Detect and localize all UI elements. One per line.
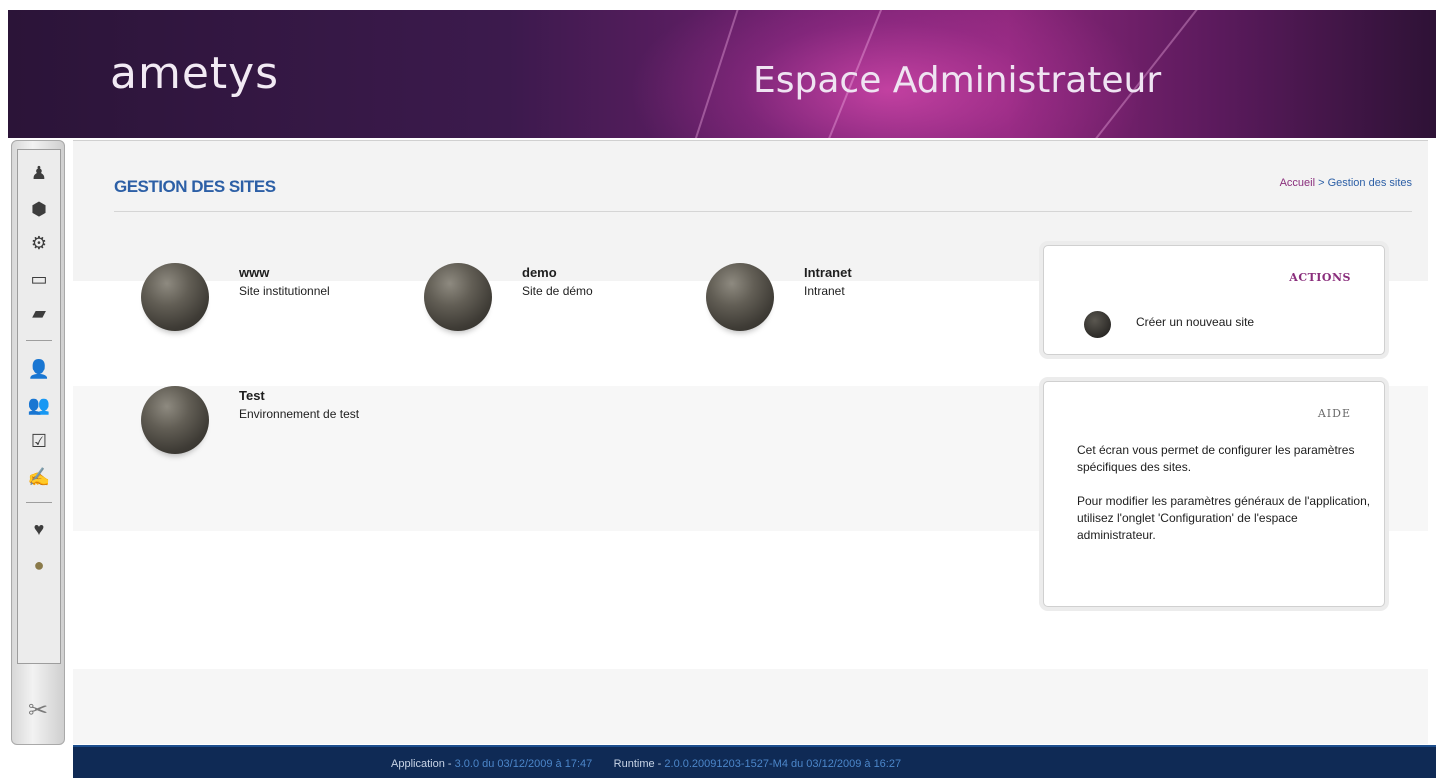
site-description: Site institutionnel bbox=[239, 284, 330, 298]
site-item-intranet[interactable]: Intranet Intranet bbox=[706, 263, 966, 343]
breadcrumb-separator: > bbox=[1318, 177, 1325, 189]
site-item-www[interactable]: www Site institutionnel bbox=[141, 263, 401, 343]
site-name[interactable]: demo bbox=[522, 265, 557, 280]
site-sphere-icon[interactable] bbox=[141, 263, 209, 331]
breadcrumb-current: Gestion des sites bbox=[1327, 177, 1412, 189]
site-sphere-icon[interactable] bbox=[141, 386, 209, 454]
app-frame: ametys Espace Administrateur ♟ ⬢ ⚙ ▭ ▰ 👤… bbox=[8, 10, 1436, 778]
site-item-test[interactable]: Test Environnement de test bbox=[141, 386, 401, 466]
site-description: Intranet bbox=[804, 284, 845, 298]
bell-icon[interactable]: ♟ bbox=[28, 162, 50, 184]
sidebar-toolbar: ♟ ⬢ ⚙ ▭ ▰ 👤 👥 ☑ ✍ ♥ ● ✂ bbox=[11, 140, 65, 745]
create-site-icon[interactable] bbox=[1084, 311, 1111, 338]
site-description: Environnement de test bbox=[239, 407, 360, 421]
ametys-logo[interactable]: ametys bbox=[110, 48, 279, 99]
runtime-label: Runtime - bbox=[613, 758, 662, 770]
space-title: Espace Administrateur bbox=[753, 60, 1162, 101]
footer-bar: Application - 3.0.0 du 03/12/2009 à 17:4… bbox=[73, 745, 1436, 778]
help-panel: AIDE Cet écran vous permet de configurer… bbox=[1043, 381, 1385, 607]
sidebar-separator bbox=[26, 502, 52, 503]
site-name[interactable]: www bbox=[239, 265, 269, 280]
page-title: GESTION DES SITES bbox=[114, 177, 276, 196]
breadcrumb: Accueil > Gestion des sites bbox=[1280, 177, 1412, 189]
breadcrumb-home-link[interactable]: Accueil bbox=[1280, 177, 1315, 189]
runtime-version: 2.0.0.20091203-1527-M4 du 03/12/2009 à 1… bbox=[664, 758, 902, 770]
site-description: Site de démo bbox=[522, 284, 593, 298]
user-edit-icon[interactable]: ✍ bbox=[28, 466, 50, 488]
sidebar-icon-strip: ♟ ⬢ ⚙ ▭ ▰ 👤 👥 ☑ ✍ ♥ ● bbox=[17, 149, 61, 664]
app-version: 3.0.0 du 03/12/2009 à 17:47 bbox=[454, 758, 593, 770]
user-icon[interactable]: 👤 bbox=[28, 358, 50, 380]
sidebar-separator bbox=[26, 340, 52, 341]
users-icon[interactable]: 👥 bbox=[28, 394, 50, 416]
site-name[interactable]: Intranet bbox=[804, 265, 852, 280]
version-info: Application - 3.0.0 du 03/12/2009 à 17:4… bbox=[391, 758, 901, 770]
actions-panel-title: ACTIONS bbox=[1289, 271, 1351, 284]
help-panel-title: AIDE bbox=[1317, 407, 1351, 420]
title-divider bbox=[114, 211, 1412, 212]
card-icon[interactable]: ▰ bbox=[28, 302, 50, 324]
app-label: Application - bbox=[391, 758, 452, 770]
tools-icon[interactable]: ✂ bbox=[28, 696, 48, 725]
content-band bbox=[73, 669, 1428, 744]
gear-icon[interactable]: ⚙ bbox=[28, 232, 50, 254]
site-item-demo[interactable]: demo Site de démo bbox=[424, 263, 684, 343]
actions-panel: ACTIONS Créer un nouveau site bbox=[1043, 245, 1385, 355]
heart-icon[interactable]: ♥ bbox=[28, 518, 50, 540]
site-name[interactable]: Test bbox=[239, 388, 265, 403]
workspace-icon[interactable]: ▭ bbox=[28, 268, 50, 290]
site-sphere-icon[interactable] bbox=[424, 263, 492, 331]
help-text: Cet écran vous permet de configurer les … bbox=[1077, 442, 1377, 561]
checkbox-icon[interactable]: ☑ bbox=[28, 430, 50, 452]
create-site-link[interactable]: Créer un nouveau site bbox=[1136, 315, 1254, 329]
main-content: GESTION DES SITES Accueil > Gestion des … bbox=[73, 140, 1428, 744]
help-paragraph: Pour modifier les paramètres généraux de… bbox=[1077, 494, 1371, 542]
header-banner: ametys Espace Administrateur bbox=[8, 10, 1436, 138]
help-paragraph: Cet écran vous permet de configurer les … bbox=[1077, 443, 1355, 474]
site-sphere-icon[interactable] bbox=[706, 263, 774, 331]
globe-icon[interactable]: ● bbox=[28, 554, 50, 576]
plugin-icon[interactable]: ⬢ bbox=[28, 198, 50, 220]
